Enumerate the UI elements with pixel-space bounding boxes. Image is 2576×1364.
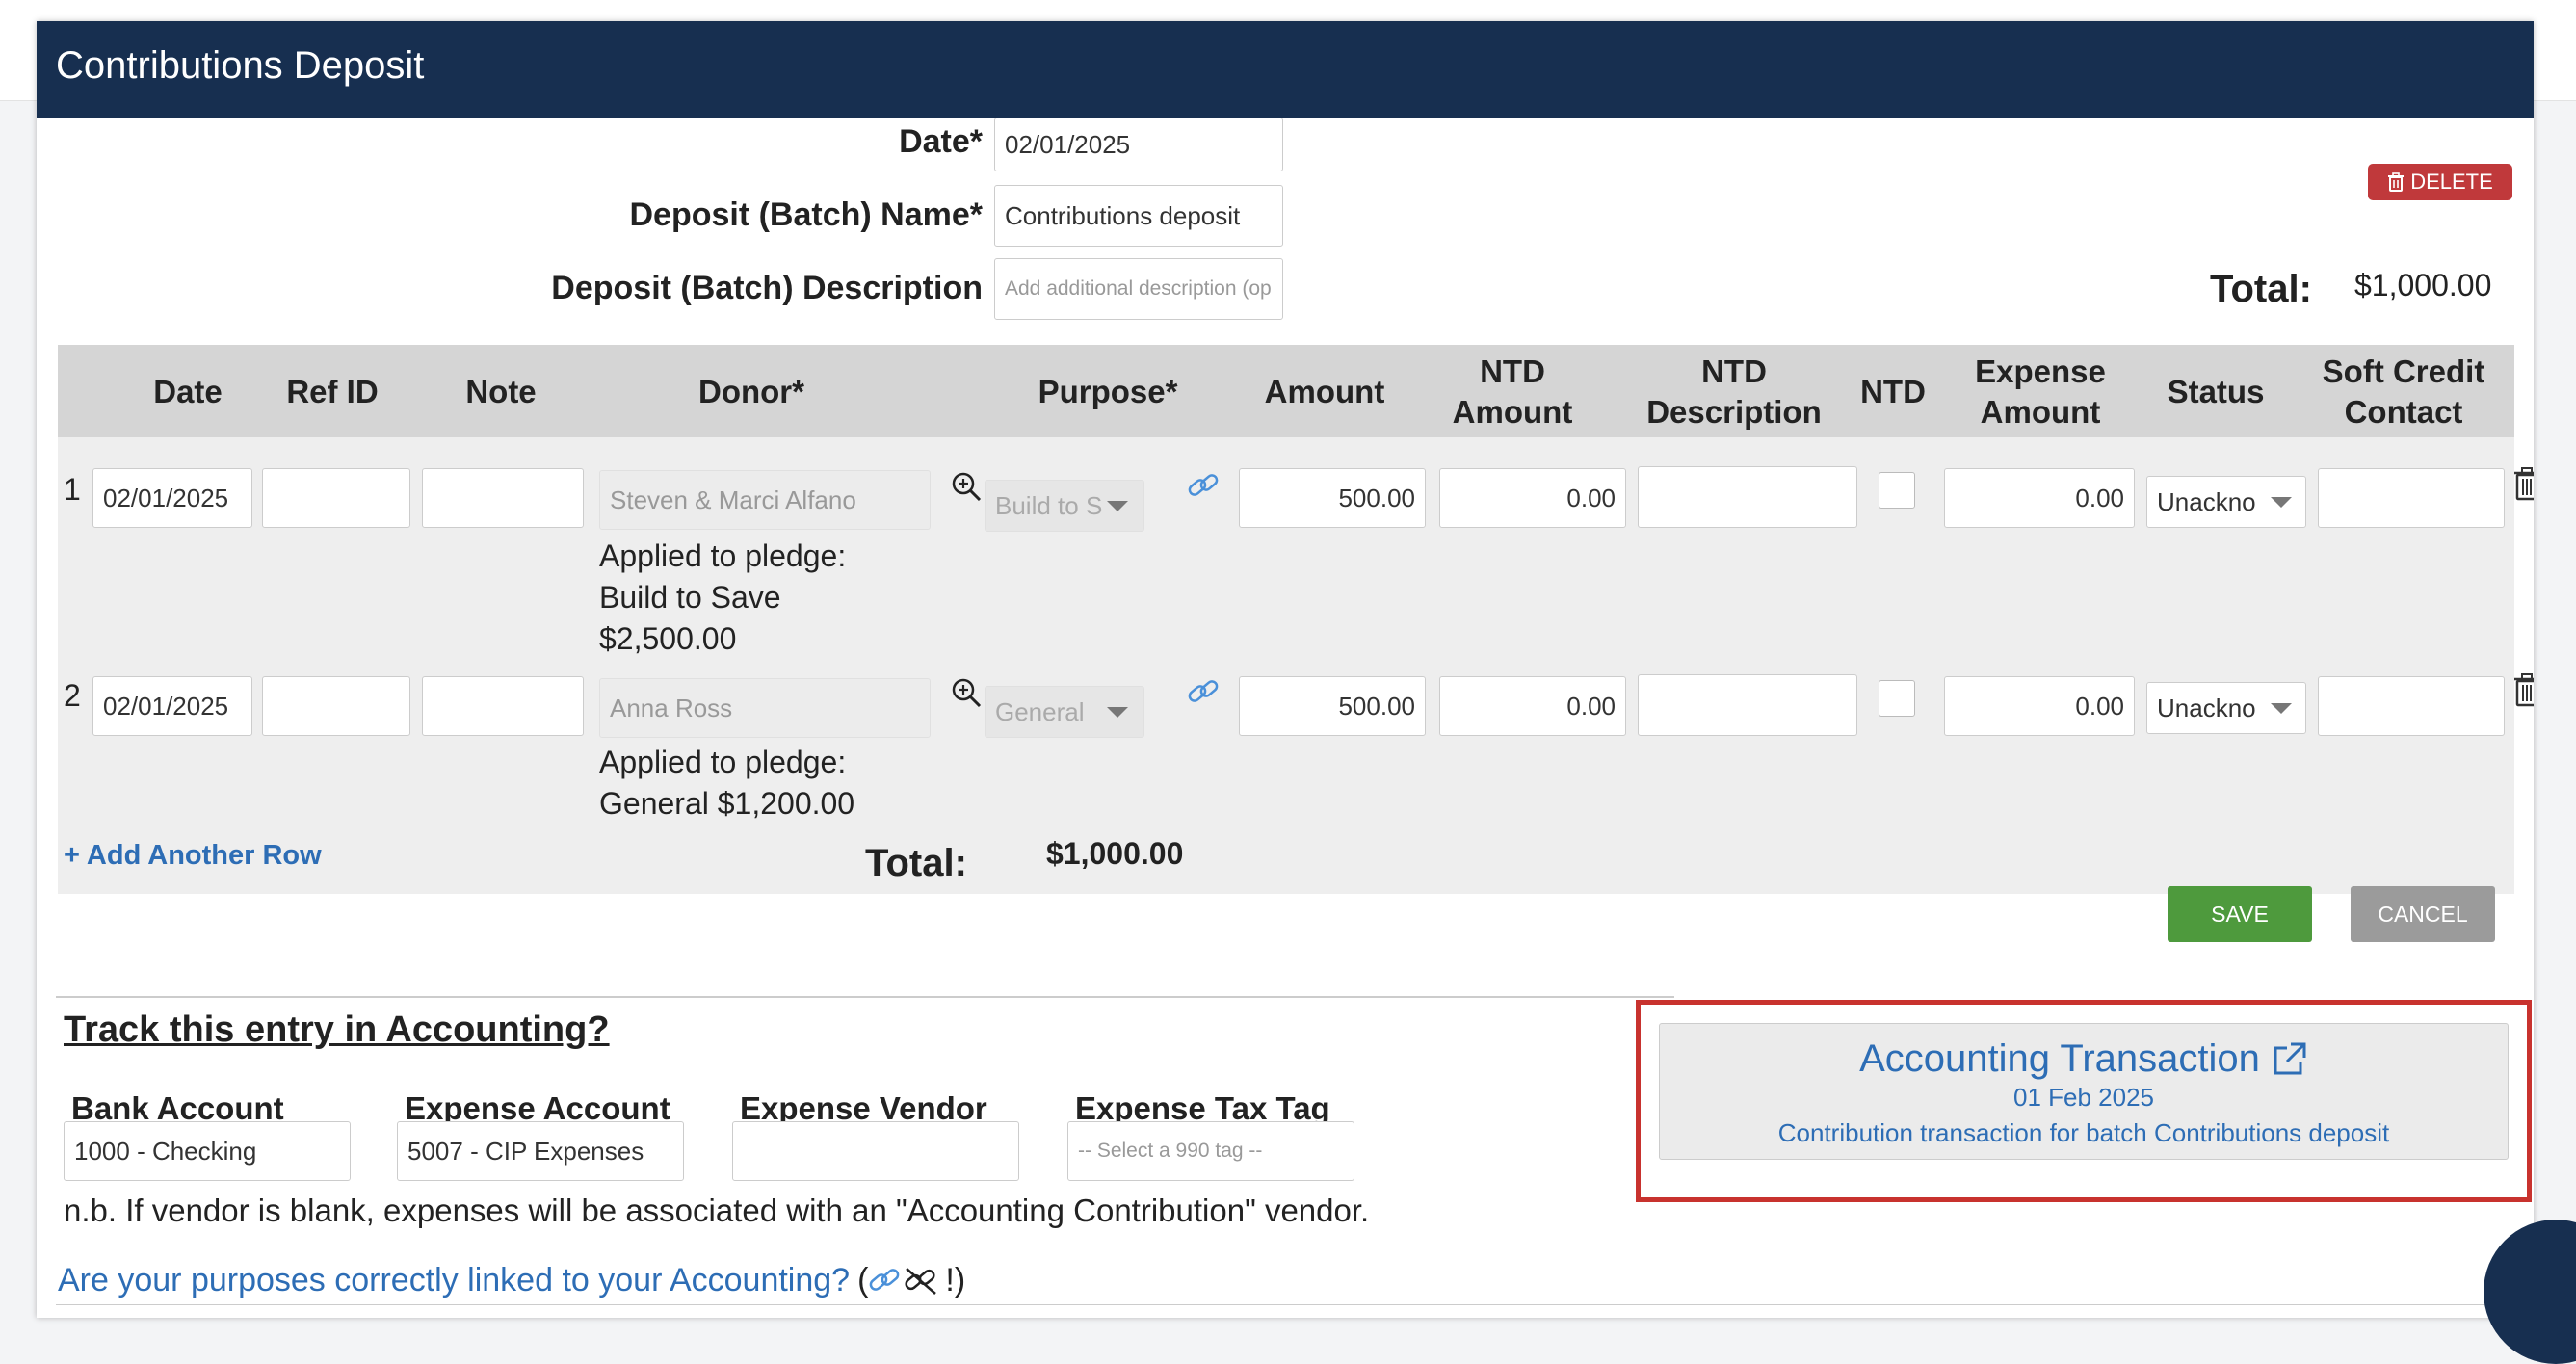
magnifier-plus-icon[interactable] — [950, 470, 983, 503]
row-donor-input[interactable]: Steven & Marci Alfano — [599, 470, 931, 530]
expense-vendor-input[interactable] — [732, 1121, 1019, 1181]
delete-button[interactable]: DELETE — [2368, 164, 2512, 200]
row-purpose-select[interactable]: Build to S — [985, 480, 1144, 532]
chevron-down-icon — [2271, 497, 2292, 508]
row-note-input[interactable] — [422, 676, 584, 736]
magnifier-plus-icon[interactable] — [950, 676, 983, 709]
col-ref-id: Ref ID — [286, 374, 379, 409]
row-amount-input[interactable]: 500.00 — [1239, 468, 1426, 528]
external-link-icon[interactable] — [2270, 1040, 2308, 1079]
deposit-modal: Contributions Deposit Date* 02/01/2025 D… — [37, 21, 2534, 1318]
row-soft-credit-input[interactable] — [2318, 676, 2505, 736]
col-date: Date — [153, 374, 223, 409]
bottom-divider — [56, 1304, 2522, 1305]
row-number: 1 — [64, 472, 81, 507]
batch-name-input[interactable]: Contributions deposit — [994, 185, 1283, 247]
section-divider — [56, 996, 1674, 998]
purposes-link-row: Are your purposes correctly linked to yo… — [58, 1262, 965, 1299]
purposes-link[interactable]: Are your purposes correctly linked to yo… — [58, 1262, 850, 1299]
row-donor-input[interactable]: Anna Ross — [599, 678, 931, 738]
row-ref-id-input[interactable] — [262, 468, 410, 528]
col-purpose: Purpose* — [1038, 374, 1178, 409]
row-status-select[interactable]: Unackno — [2146, 476, 2306, 528]
accounting-transaction-date: 01 Feb 2025 — [2012, 1083, 2154, 1112]
trash-icon — [2388, 172, 2405, 192]
trash-icon[interactable] — [2512, 466, 2534, 501]
row-date-input[interactable]: 02/01/2025 — [92, 676, 252, 736]
modal-header: Contributions Deposit — [37, 21, 2534, 118]
accounting-transaction-card[interactable]: Accounting Transaction 01 Feb 2025 Contr… — [1659, 1023, 2509, 1160]
batch-name-label: Deposit (Batch) Name* — [629, 197, 983, 233]
row-ntd-description-input[interactable] — [1638, 674, 1857, 736]
contributions-table-body: 1 02/01/2025 Steven & Marci Alfano Build… — [58, 437, 2534, 894]
accounting-heading: Track this entry in Accounting? — [64, 1010, 610, 1050]
chevron-down-icon — [2271, 703, 2292, 714]
trash-icon[interactable] — [2512, 672, 2534, 707]
accounting-transaction-description: Contribution transaction for batch Contr… — [1777, 1118, 2390, 1147]
table-total-label: Total: — [865, 842, 967, 884]
row-expense-amount-input[interactable]: 0.00 — [1944, 468, 2135, 528]
row-amount-input[interactable]: 500.00 — [1239, 676, 1426, 736]
col-ntd: NTD — [1860, 374, 1926, 409]
chevron-down-icon — [1107, 501, 1128, 512]
col-expense-amount: Expense Amount — [1975, 354, 2106, 430]
row-purpose-select[interactable]: General — [985, 686, 1144, 738]
row-ntd-checkbox[interactable] — [1879, 680, 1915, 717]
col-amount: Amount — [1264, 374, 1385, 409]
paren-close: !) — [945, 1262, 966, 1298]
row-note-input[interactable] — [422, 468, 584, 528]
unlink-icon — [905, 1267, 937, 1295]
batch-description-input[interactable]: Add additional description (op — [994, 258, 1283, 320]
batch-date-input[interactable]: 02/01/2025 — [994, 118, 1283, 171]
link-icon — [870, 1268, 900, 1291]
row-status-select[interactable]: Unackno — [2146, 682, 2306, 734]
col-soft-credit-contact: Soft Credit Contact — [2322, 354, 2485, 430]
delete-button-label: DELETE — [2410, 170, 2493, 194]
cancel-button[interactable]: CANCEL — [2351, 886, 2495, 942]
row-pledge-info: Applied to pledge: General $1,200.00 — [599, 745, 855, 821]
save-button[interactable]: SAVE — [2168, 886, 2312, 942]
chevron-down-icon — [1107, 707, 1128, 718]
add-row-link[interactable]: + Add Another Row — [64, 840, 322, 872]
row-ntd-description-input[interactable] — [1638, 466, 1857, 528]
row-ntd-amount-input[interactable]: 0.00 — [1439, 676, 1626, 736]
table-total-value: $1,000.00 — [1046, 836, 1184, 871]
batch-total-label: Total: — [2210, 268, 2312, 310]
paren-open: ( — [857, 1262, 869, 1298]
batch-total-value: $1,000.00 — [2354, 268, 2492, 302]
col-ntd-amount: NTD Amount — [1452, 354, 1573, 430]
row-ref-id-input[interactable] — [262, 676, 410, 736]
bank-account-select[interactable]: 1000 - Checking — [64, 1121, 351, 1181]
vendor-note: n.b. If vendor is blank, expenses will b… — [64, 1193, 1370, 1228]
col-status: Status — [2167, 374, 2265, 409]
row-ntd-checkbox[interactable] — [1879, 472, 1915, 509]
col-donor: Donor* — [698, 374, 804, 409]
date-label: Date* — [899, 123, 983, 160]
row-pledge-info: Applied to pledge: Build to Save $2,500.… — [599, 538, 847, 656]
row-number: 2 — [64, 678, 81, 713]
expense-account-select[interactable]: 5007 - CIP Expenses — [397, 1121, 684, 1181]
col-note: Note — [465, 374, 537, 409]
row-soft-credit-input[interactable] — [2318, 468, 2505, 528]
accounting-transaction-link[interactable]: Accounting Transaction — [1859, 1037, 2260, 1081]
batch-description-label: Deposit (Batch) Description — [551, 270, 983, 306]
link-icon[interactable] — [1187, 676, 1222, 709]
row-expense-amount-input[interactable]: 0.00 — [1944, 676, 2135, 736]
row-ntd-amount-input[interactable]: 0.00 — [1439, 468, 1626, 528]
col-ntd-description: NTD Description — [1646, 354, 1822, 430]
link-icon[interactable] — [1187, 470, 1222, 503]
expense-tax-tag-select[interactable]: -- Select a 990 tag -- — [1067, 1121, 1354, 1181]
row-date-input[interactable]: 02/01/2025 — [92, 468, 252, 528]
modal-title: Contributions Deposit — [56, 44, 425, 87]
contributions-table-header: Date Ref ID Note Donor* Purpose* Amount … — [58, 345, 2514, 437]
